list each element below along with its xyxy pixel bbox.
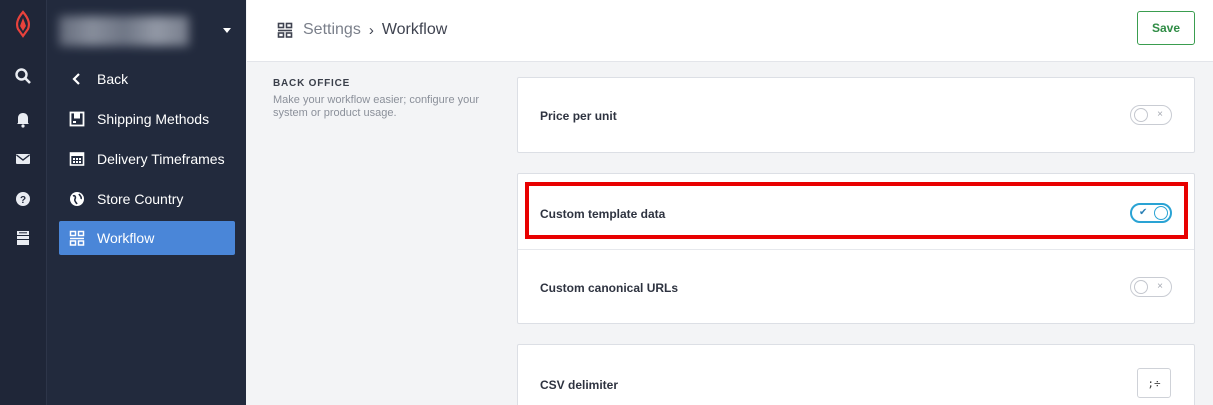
settings-card: Price per unit × [517, 77, 1195, 153]
svg-text:?: ? [20, 195, 26, 206]
sidebar-item-workflow[interactable]: Workflow [59, 221, 235, 255]
search-icon[interactable] [14, 67, 32, 85]
sidebar-item-label: Shipping Methods [97, 111, 210, 127]
calendar-icon [69, 152, 85, 166]
breadcrumb-separator: › [368, 21, 374, 39]
custom-canonical-urls-toggle[interactable]: × [1130, 277, 1172, 297]
chevron-left-icon [72, 73, 80, 85]
icon-rail: ? [0, 0, 46, 405]
bell-icon[interactable] [14, 110, 32, 128]
save-button[interactable]: Save [1137, 11, 1195, 45]
sidebar-item-label: Delivery Timeframes [97, 151, 225, 167]
store-selector[interactable] [47, 0, 247, 62]
sidebar-item-label: Store Country [97, 191, 184, 207]
breadcrumb-parent[interactable]: Settings [303, 21, 361, 39]
top-bar: Settings › Workflow [247, 0, 1213, 62]
sidebar-item-store-country[interactable]: Store Country [59, 182, 235, 216]
close-icon: × [1157, 281, 1163, 292]
toggle-knob [1134, 108, 1148, 122]
mail-icon[interactable] [14, 150, 32, 168]
settings-card: CSV delimiter ;÷ [517, 344, 1195, 405]
setting-label: Price per unit [540, 109, 617, 123]
sidebar-item-delivery-timeframes[interactable]: Delivery Timeframes [59, 142, 235, 176]
sidebar: Back Shipping Methods Delivery Timeframe… [46, 0, 246, 405]
close-icon: × [1157, 109, 1163, 120]
lightspeed-logo-icon[interactable] [11, 10, 35, 38]
shipping-icon [69, 111, 85, 127]
price-per-unit-toggle[interactable]: × [1130, 105, 1172, 125]
page-title: Workflow [381, 21, 448, 38]
section-title: BACK OFFICE [273, 78, 351, 89]
setting-row-csv-delimiter: CSV delimiter ;÷ [518, 345, 1194, 405]
sidebar-item-label: Back [97, 71, 129, 87]
store-icon[interactable] [14, 229, 32, 247]
globe-icon [70, 192, 84, 206]
section-description: Make your workflow easier; configure you… [273, 94, 480, 119]
help-icon[interactable]: ? [14, 190, 32, 208]
setting-row-custom-canonical-urls: Custom canonical URLs × [518, 250, 1194, 325]
setting-row-price-per-unit: Price per unit × [518, 78, 1194, 154]
setting-label: CSV delimiter [540, 378, 619, 392]
workflow-icon [277, 22, 293, 38]
sidebar-item-label: Workflow [97, 230, 155, 246]
setting-label: Custom canonical URLs [540, 281, 679, 295]
sidebar-item-shipping-methods[interactable]: Shipping Methods [59, 102, 235, 136]
store-name-redacted [59, 16, 189, 46]
workflow-icon [69, 230, 85, 246]
csv-delimiter-select[interactable]: ;÷ [1137, 368, 1171, 398]
sidebar-item-back[interactable]: Back [59, 62, 235, 96]
chevron-down-icon[interactable] [223, 28, 231, 33]
toggle-knob [1134, 280, 1148, 294]
highlight-box [525, 182, 1188, 239]
breadcrumb: Settings › Workflow [277, 21, 447, 39]
